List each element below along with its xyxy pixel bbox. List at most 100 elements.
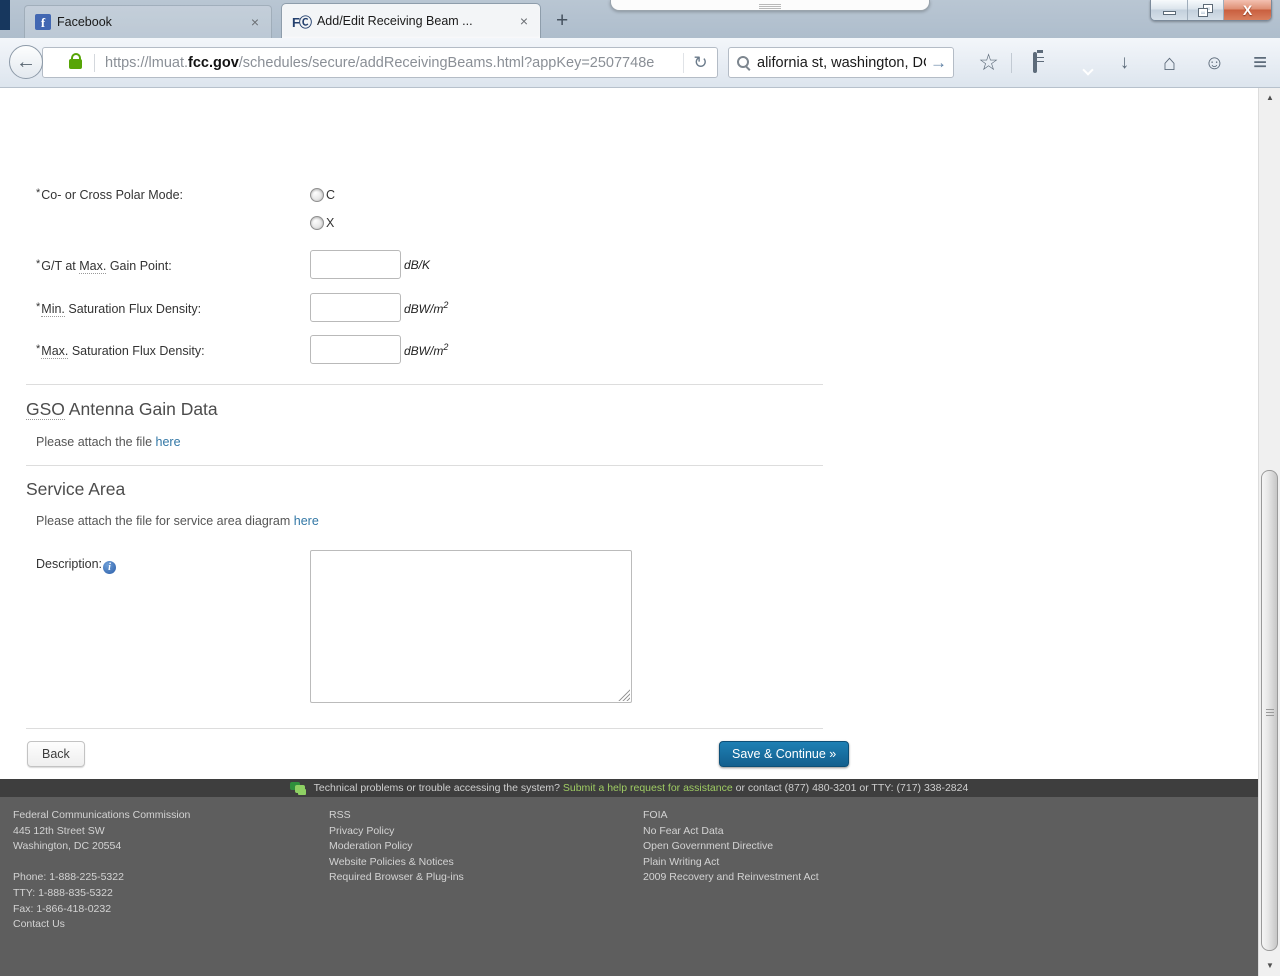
footer-link-moderation[interactable]: Moderation Policy	[329, 839, 464, 855]
save-continue-button[interactable]: Save & Continue »	[719, 741, 850, 767]
restore-button[interactable]	[1187, 0, 1223, 20]
unit-label: dBW/m2	[404, 299, 449, 316]
service-attach-text: Please attach the file for service area …	[36, 514, 319, 528]
minimize-button[interactable]	[1151, 0, 1187, 20]
home-icon[interactable]: ⌂	[1147, 51, 1192, 74]
close-icon: X	[1242, 2, 1253, 18]
hamburger-menu-icon[interactable]: ≡	[1237, 50, 1280, 75]
grip-icon	[759, 3, 781, 10]
footer-link-foia[interactable]: FOIA	[643, 808, 819, 824]
url-text[interactable]: https://lmuat.fcc.gov/schedules/secure/a…	[105, 55, 683, 71]
footer-text: Phone: 1-888-225-5322	[13, 871, 124, 884]
gso-section-heading: GSO Antenna Gain Data	[26, 399, 218, 420]
footer-link-open-gov[interactable]: Open Government Directive	[643, 839, 819, 855]
help-bar: Technical problems or trouble accessing …	[0, 779, 1258, 797]
search-go-icon[interactable]: →	[926, 53, 947, 73]
close-icon[interactable]: ×	[518, 14, 530, 28]
attach-file-link[interactable]: here	[156, 435, 181, 449]
footer-text: TTY: 1-888-835-5322	[13, 886, 113, 899]
field-label: *Co- or Cross Polar Mode:	[36, 187, 183, 202]
footer-address-column: Federal Communications Commission 445 12…	[13, 808, 190, 933]
help-text: Technical problems or trouble accessing …	[313, 782, 563, 794]
search-input[interactable]: alifornia st, washington, DC →	[728, 47, 954, 78]
unit-label: dBW/m2	[404, 341, 449, 358]
radio-option-x[interactable]: X	[310, 216, 334, 230]
gt-max-gain-input[interactable]	[310, 250, 401, 279]
gso-attach-text: Please attach the file here	[36, 435, 181, 449]
footer-link-privacy[interactable]: Privacy Policy	[329, 824, 464, 840]
attach-diagram-link[interactable]: here	[294, 514, 319, 528]
contact-us-link[interactable]: Contact Us	[13, 917, 190, 933]
footer-link-plain-writing[interactable]: Plain Writing Act	[643, 855, 819, 871]
tab-add-edit-receiving-beam[interactable]: FⒸ Add/Edit Receiving Beam ... ×	[281, 3, 541, 38]
window-controls: X	[1150, 0, 1272, 21]
form-content: *Co- or Cross Polar Mode: C X *G/T at Ma…	[0, 88, 1258, 779]
url-bar[interactable]: https://lmuat.fcc.gov/schedules/secure/a…	[42, 47, 718, 78]
hello-smiley-icon[interactable]: ☺	[1192, 53, 1237, 73]
radio-label: X	[326, 216, 335, 230]
lock-icon[interactable]	[69, 52, 82, 69]
minimize-icon	[1162, 11, 1176, 15]
tab-facebook[interactable]: f Facebook ×	[24, 5, 272, 38]
tab-bar: f Facebook × FⒸ Add/Edit Receiving Beam …	[0, 0, 1280, 38]
window-peek-handle[interactable]	[610, 0, 930, 11]
footer-text: Fax: 1-866-418-0232	[13, 902, 112, 915]
close-window-button[interactable]: X	[1223, 0, 1271, 20]
max-sfd-input[interactable]	[310, 335, 401, 364]
vertical-scrollbar[interactable]: ▲ ▼	[1258, 88, 1280, 976]
field-label: *Min. Saturation Flux Density:	[36, 301, 202, 317]
scrollbar-thumb[interactable]	[1261, 470, 1278, 951]
bookmarks-menu-icon[interactable]	[1012, 51, 1057, 73]
chat-bubbles-icon	[289, 782, 306, 794]
navigation-toolbar: ← https://lmuat.fcc.gov/schedules/secure…	[0, 38, 1280, 88]
tab-label: Facebook	[57, 15, 112, 29]
search-value[interactable]: alifornia st, washington, DC	[757, 55, 926, 71]
fcc-icon: FⒸ	[292, 14, 312, 30]
resize-grip-icon[interactable]	[616, 687, 630, 701]
service-area-heading: Service Area	[26, 479, 126, 499]
unit-label: dB/K	[404, 257, 431, 272]
downloads-icon[interactable]: ↓	[1102, 53, 1147, 72]
scroll-down-icon[interactable]: ▼	[1259, 958, 1280, 974]
footer-link-no-fear-act[interactable]: No Fear Act Data	[643, 824, 819, 840]
min-sfd-input[interactable]	[310, 293, 401, 322]
new-tab-button[interactable]: +	[556, 10, 568, 31]
field-label: *G/T at Max. Gain Point:	[36, 258, 172, 274]
footer-link-rss[interactable]: RSS	[329, 808, 464, 824]
window-edge	[0, 0, 10, 30]
reload-icon[interactable]: ↻	[683, 52, 717, 73]
restore-icon	[1198, 3, 1213, 17]
footer-link-required-browser[interactable]: Required Browser & Plug-ins	[329, 870, 464, 886]
field-label: *Max. Saturation Flux Density:	[36, 343, 205, 359]
radio-icon[interactable]	[310, 188, 324, 202]
clipboard-icon	[1032, 51, 1037, 73]
footer-text: Federal Communications Commission	[13, 809, 191, 821]
help-request-link[interactable]: Submit a help request for assistance	[563, 782, 733, 794]
footer-text: 445 12th Street SW	[13, 824, 105, 837]
info-icon[interactable]: i	[103, 561, 116, 574]
description-textarea[interactable]	[310, 550, 632, 703]
close-icon[interactable]: ×	[249, 15, 261, 29]
footer-text: Washington, DC 20554	[13, 840, 122, 853]
radio-icon[interactable]	[310, 216, 324, 230]
footer-policies-column: RSS Privacy Policy Moderation Policy Web…	[329, 808, 464, 886]
divider	[26, 384, 823, 385]
tab-label: Add/Edit Receiving Beam ...	[316, 14, 473, 28]
scroll-up-icon[interactable]: ▲	[1259, 90, 1280, 106]
radio-label: C	[326, 188, 336, 202]
radio-option-c[interactable]: C	[310, 188, 335, 202]
facebook-icon: f	[35, 14, 51, 30]
footer-link-recovery-act[interactable]: 2009 Recovery and Reinvestment Act	[643, 870, 819, 886]
search-icon	[737, 55, 751, 70]
page-viewport: *Co- or Cross Polar Mode: C X *G/T at Ma…	[0, 88, 1258, 976]
help-text: or contact (877) 480-3201 or TTY: (717) …	[732, 782, 969, 794]
divider	[94, 53, 95, 72]
bookmark-star-icon[interactable]: ☆	[966, 51, 1011, 74]
footer-foia-column: FOIA No Fear Act Data Open Government Di…	[643, 808, 819, 886]
back-button[interactable]: Back	[27, 741, 85, 767]
toolbar-icons: ☆ ↓ ⌂ ☺ ≡	[966, 47, 1280, 78]
grip-icon	[1266, 707, 1274, 718]
back-button[interactable]: ←	[9, 45, 43, 79]
page-footer: Federal Communications Commission 445 12…	[0, 797, 1258, 976]
footer-link-website-policies[interactable]: Website Policies & Notices	[329, 855, 464, 871]
